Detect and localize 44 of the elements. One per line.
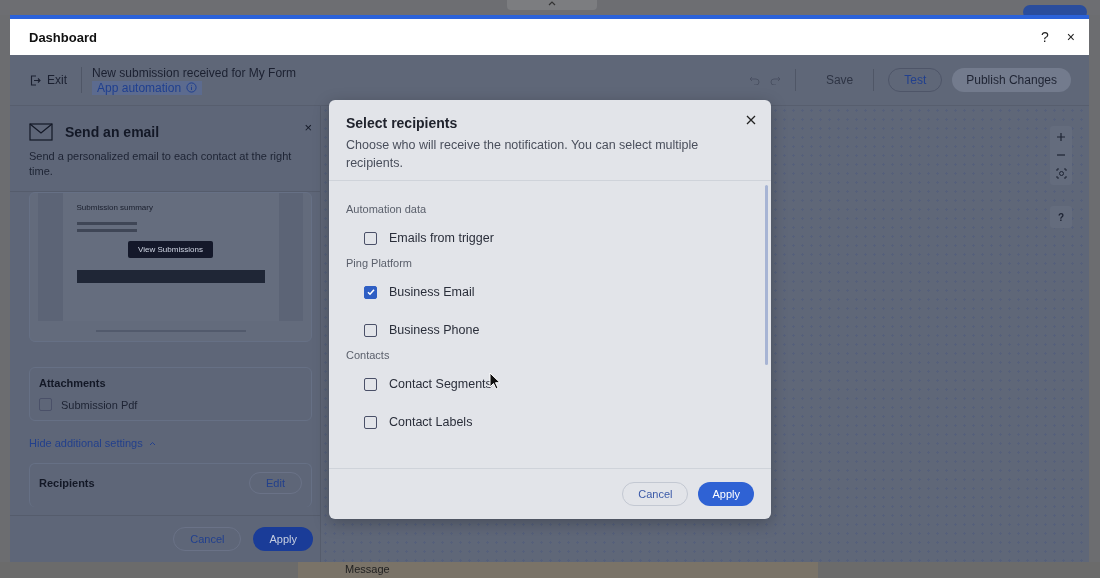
section-title: Recipients (39, 477, 95, 489)
checkbox-label: Business Phone (389, 323, 480, 337)
checkbox[interactable] (364, 323, 377, 337)
checkbox-label: Contact Labels (389, 415, 473, 429)
exit-icon (30, 74, 41, 86)
checkbox-label: Contact Segments (389, 377, 492, 391)
preview-text: Submission summary (76, 203, 154, 212)
view-submissions-button[interactable]: View Submissions (128, 241, 213, 258)
help-button[interactable]: ? (1050, 206, 1072, 228)
panel-title: Send an email (65, 124, 160, 140)
caret-icon (148, 440, 156, 446)
apply-button[interactable]: Apply (698, 482, 754, 506)
close-button[interactable]: × (304, 120, 312, 135)
dialog-title: Select recipients (346, 115, 458, 131)
group-label: Contacts (346, 348, 391, 363)
checkbox[interactable] (364, 231, 377, 245)
checkbox[interactable] (364, 415, 377, 429)
close-button[interactable] (744, 113, 758, 127)
fit-view-icon[interactable] (1053, 166, 1069, 181)
group-label: Ping Platform (346, 256, 414, 271)
envelope-icon (29, 123, 53, 141)
info-icon[interactable] (186, 82, 198, 93)
group-label: Automation data (346, 202, 428, 217)
publish-button[interactable]: Publish Changes (952, 68, 1071, 92)
hide-settings-link[interactable]: Hide additional settings (29, 437, 156, 449)
checkbox[interactable] (364, 285, 377, 299)
window-title: Dashboard (29, 29, 98, 45)
checkbox-label: Business Email (389, 285, 475, 299)
caret-icon[interactable] (548, 0, 556, 6)
dialog-description: Choose who will receive the notification. You can select multiple recipients. (346, 137, 700, 172)
checkbox[interactable] (364, 377, 377, 391)
section-title: Attachments (39, 377, 107, 389)
zoom-in-icon[interactable] (1054, 130, 1068, 144)
scrollbar[interactable] (765, 185, 768, 365)
exit-button[interactable]: Exit (30, 67, 82, 93)
close-button[interactable]: × (1064, 29, 1077, 45)
apply-button[interactable]: Apply (253, 527, 313, 551)
automation-title: New submission received for My Form (92, 65, 297, 80)
panel-description: Send a personalized email to each contact at the right time. (29, 149, 293, 179)
field-label: Message (345, 562, 390, 576)
help-button[interactable]: ? (1039, 29, 1051, 45)
checkbox-label: Emails from trigger (389, 231, 494, 245)
automation-badge: App automation (92, 80, 203, 95)
checkbox-label: Submission Pdf (61, 398, 138, 411)
